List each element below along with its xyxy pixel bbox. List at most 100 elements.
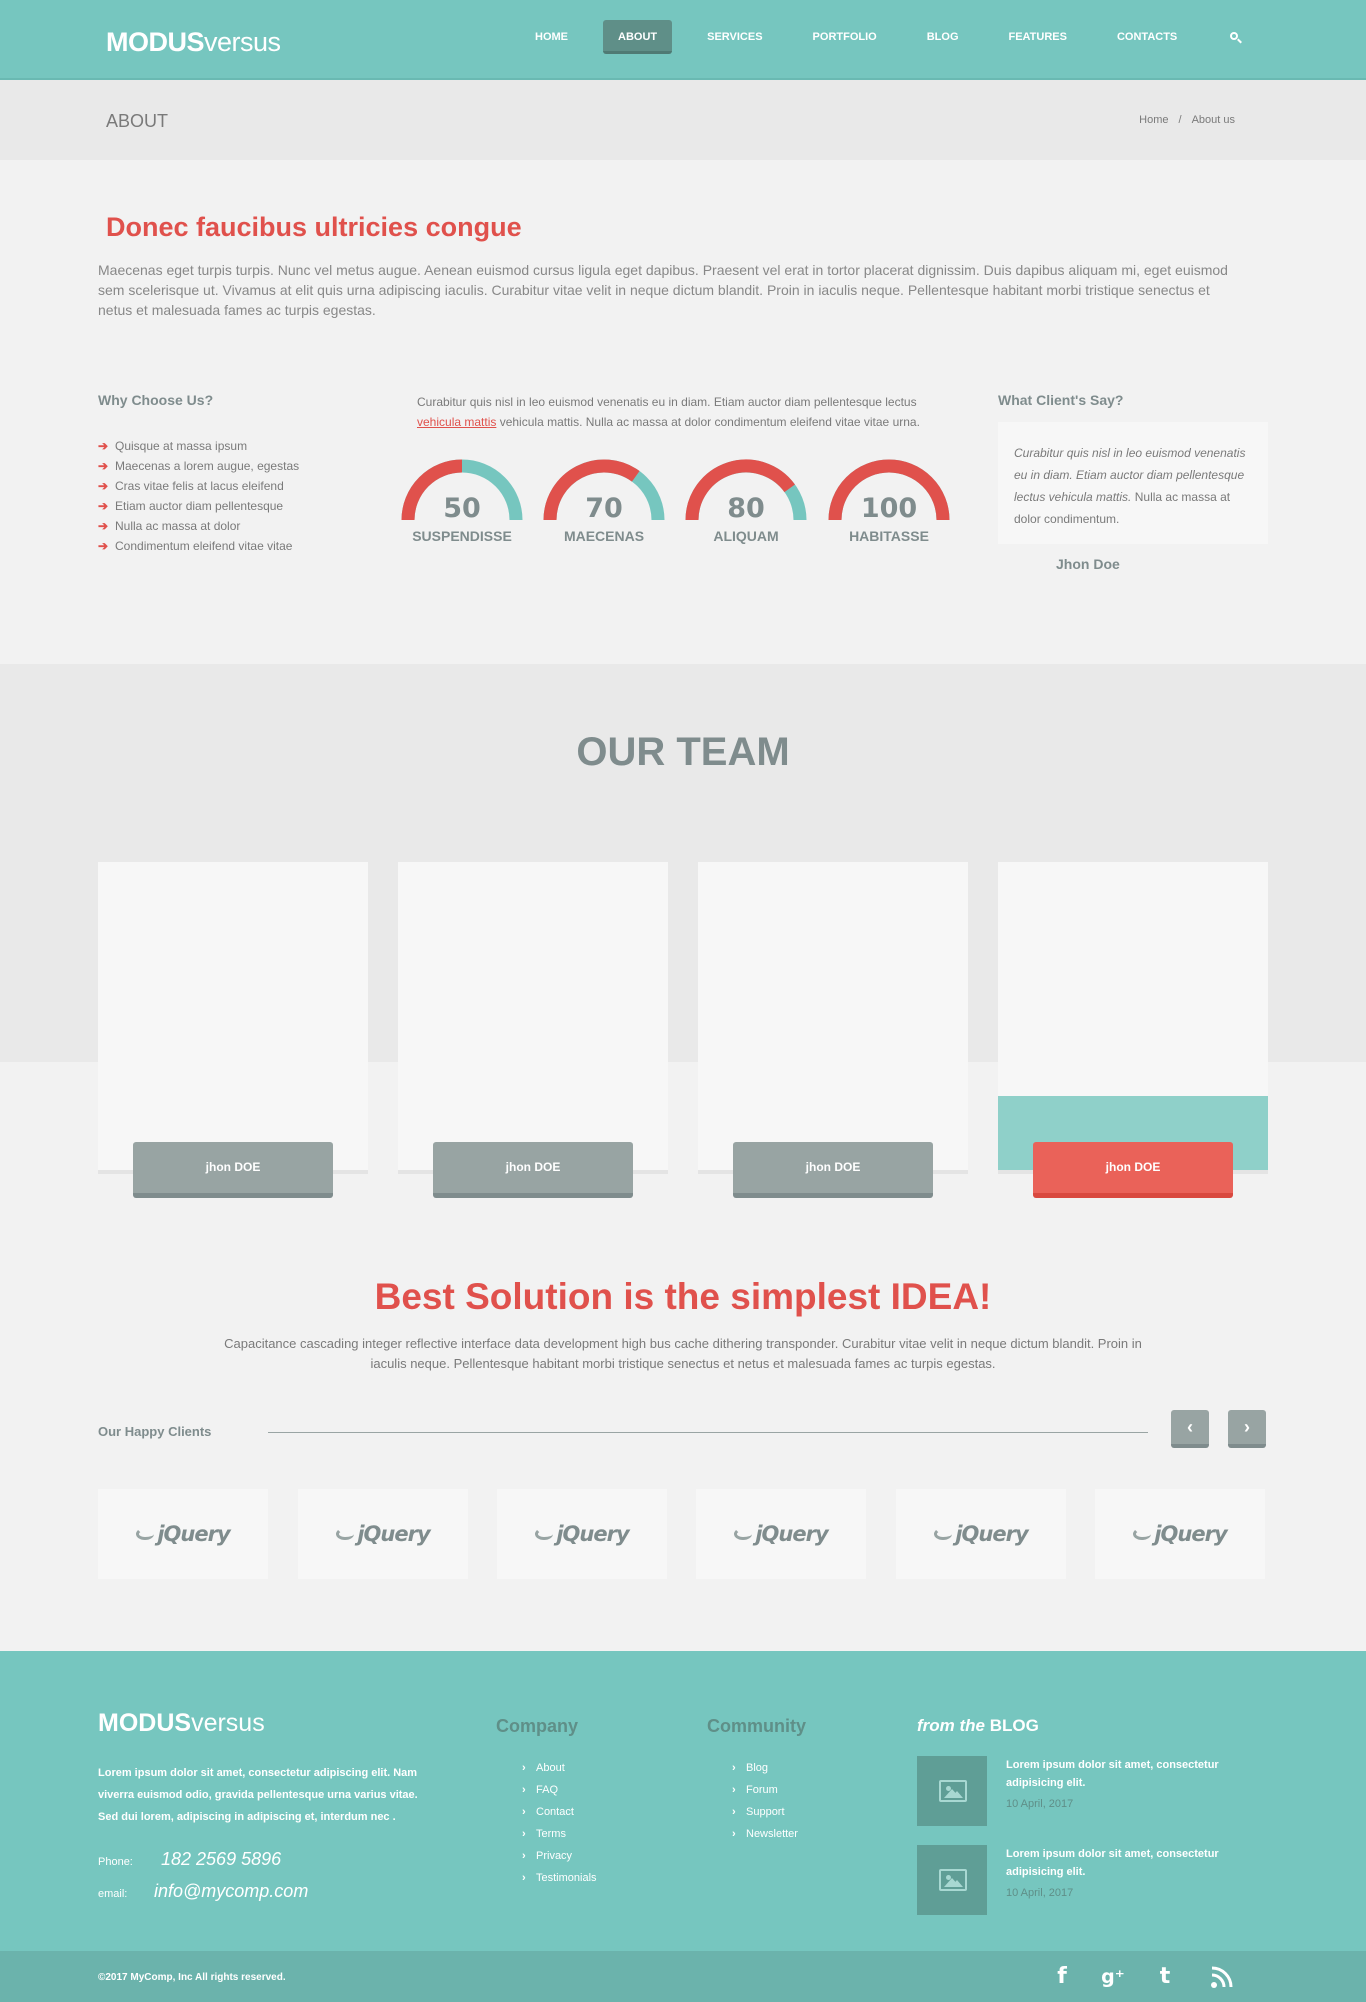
blog-post-date: 10 April, 2017 — [1006, 1887, 1074, 1899]
tumblr-icon[interactable]: t — [1150, 1962, 1180, 1992]
chevron-right-icon: › — [732, 1828, 736, 1840]
nav-blog[interactable]: BLOG — [912, 20, 974, 54]
team-card[interactable] — [698, 862, 968, 1174]
intro-title: Donec faucibus ultricies congue — [106, 212, 522, 242]
happy-clients-title: Our Happy Clients — [98, 1424, 212, 1439]
image-placeholder-icon — [939, 1780, 967, 1802]
footer-link-blog[interactable]: › Blog — [732, 1757, 798, 1779]
gauge: 80 ALIQUAM — [684, 458, 808, 544]
blog-post-title[interactable]: Lorem ipsum dolor sit amet, consectetur … — [1006, 1845, 1236, 1881]
image-placeholder-icon — [939, 1869, 967, 1891]
carousel-prev-button[interactable]: ‹ — [1171, 1410, 1209, 1448]
chevron-right-icon: › — [732, 1784, 736, 1796]
testimonial-quote: Curabitur quis nisl in leo euismod venen… — [998, 422, 1268, 544]
team-card[interactable] — [998, 862, 1268, 1174]
jquery-swirl-icon — [136, 1528, 155, 1540]
footer-link-faq[interactable]: › FAQ — [522, 1779, 597, 1801]
gauge: 50 SUSPENDISSE — [400, 458, 524, 544]
chevron-right-icon: › — [522, 1784, 526, 1796]
jquery-swirl-icon — [336, 1528, 355, 1540]
gauge-label: MAECENAS — [563, 528, 645, 544]
chevron-right-icon: › — [522, 1828, 526, 1840]
footer-community-title: Community — [707, 1716, 806, 1736]
search-icon[interactable] — [1218, 20, 1252, 54]
breadcrumb: Home / About us — [1139, 114, 1235, 126]
gauge-value: 50 — [443, 493, 481, 524]
gauge-label: SUSPENDISSE — [412, 528, 512, 544]
chevron-right-icon: › — [522, 1806, 526, 1818]
page-title-bar: ABOUT Home / About us — [0, 80, 1366, 160]
jquery-swirl-icon — [734, 1528, 753, 1540]
footer-link-terms[interactable]: › Terms — [522, 1823, 597, 1845]
breadcrumb-home[interactable]: Home — [1139, 114, 1168, 126]
skills-intro-text: Curabitur quis nisl in leo euismod venen… — [417, 395, 920, 429]
arrow-right-icon: ➔ — [98, 459, 109, 473]
best-solution-text: Capacitance cascading integer reflective… — [224, 1336, 1142, 1371]
footer-about-text: Lorem ipsum dolor sit amet, consectetur … — [98, 1767, 418, 1823]
best-solution-title: Best Solution is the simplest IDEA! — [374, 1276, 992, 1317]
blog-post-thumbnail[interactable] — [917, 1756, 987, 1826]
client-logo[interactable]: jQuery — [497, 1489, 667, 1579]
page-title: ABOUT — [106, 111, 169, 131]
nav-contacts[interactable]: CONTACTS — [1102, 20, 1192, 54]
client-logo[interactable]: jQuery — [98, 1489, 268, 1579]
team-member-name-button[interactable]: jhon DOE — [733, 1142, 933, 1198]
chevron-right-icon: › — [522, 1872, 526, 1884]
footer-community-links: › Blog › Forum › Support › Newsletter — [732, 1757, 798, 1845]
team-member-name-button[interactable]: jhon DOE — [133, 1142, 333, 1198]
chevron-right-icon: › — [732, 1806, 736, 1818]
testimonial-author: Jhon Doe — [1056, 556, 1120, 572]
client-logo[interactable]: jQuery — [696, 1489, 866, 1579]
team-card[interactable] — [398, 862, 668, 1174]
footer-link-about[interactable]: › About — [522, 1757, 597, 1779]
arrow-right-icon: ➔ — [98, 499, 109, 513]
list-item: ➔ Cras vitae felis at lacus eleifend — [98, 476, 299, 496]
rss-icon[interactable] — [1210, 1965, 1234, 1989]
main-nav: HOME ABOUT SERVICES PORTFOLIO BLOG FEATU… — [520, 20, 1252, 54]
team-member-name-button[interactable]: jhon DOE — [433, 1142, 633, 1198]
vehicula-link[interactable]: vehicula mattis — [417, 415, 496, 429]
footer-company-links: › About › FAQ › Contact › Terms › Privacy › Te… — [522, 1757, 597, 1889]
email-label: email: — [98, 1888, 128, 1900]
divider — [268, 1432, 1148, 1433]
google-plus-icon[interactable]: g⁺ — [1098, 1962, 1128, 1992]
why-choose-list: ➔ Quisque at massa ipsum ➔ Maecenas a lore… — [98, 436, 299, 556]
testimonial-title: What Client's Say? — [998, 392, 1124, 408]
phone-number[interactable]: 182 2569 5896 — [161, 1849, 281, 1870]
skill-gauges: 50 SUSPENDISSE 70 MAECENAS 80 ALIQUAM 100 HABIT… — [400, 458, 956, 558]
jquery-swirl-icon — [535, 1528, 554, 1540]
email-address[interactable]: info@mycomp.com — [154, 1881, 308, 1902]
nav-features[interactable]: FEATURES — [994, 20, 1082, 54]
client-logo[interactable]: jQuery — [1095, 1489, 1265, 1579]
team-card[interactable] — [98, 862, 368, 1174]
gauge: 100 HABITASSE — [827, 458, 951, 544]
footer-link-privacy[interactable]: › Privacy — [522, 1845, 597, 1867]
nav-home[interactable]: HOME — [520, 20, 583, 54]
list-item: ➔ Maecenas a lorem augue, egestas — [98, 456, 299, 476]
nav-about[interactable]: ABOUT — [603, 20, 673, 54]
facebook-icon[interactable]: f — [1047, 1962, 1077, 1992]
nav-portfolio[interactable]: PORTFOLIO — [798, 20, 892, 54]
footer-logo[interactable]: MODUSversus — [98, 1709, 265, 1738]
footer-link-newsletter[interactable]: › Newsletter — [732, 1823, 798, 1845]
footer-link-contact[interactable]: › Contact — [522, 1801, 597, 1823]
client-logo[interactable]: jQuery — [298, 1489, 468, 1579]
why-choose-title: Why Choose Us? — [98, 392, 214, 408]
arrow-right-icon: ➔ — [98, 439, 109, 453]
blog-post-title[interactable]: Lorem ipsum dolor sit amet, consectetur … — [1006, 1756, 1236, 1792]
carousel-next-button[interactable]: › — [1228, 1410, 1266, 1448]
footer-company-title: Company — [496, 1716, 579, 1736]
arrow-right-icon: ➔ — [98, 519, 109, 533]
blog-post-thumbnail[interactable] — [917, 1845, 987, 1915]
site-logo[interactable]: MODUSversus — [106, 27, 281, 58]
footer-link-support[interactable]: › Support — [732, 1801, 798, 1823]
footer-link-testimonials[interactable]: › Testimonials — [522, 1867, 597, 1889]
list-item: ➔ Etiam auctor diam pellentesque — [98, 496, 299, 516]
footer-link-forum[interactable]: › Forum — [732, 1779, 798, 1801]
intro-text: Maecenas eget turpis turpis. Nunc vel me… — [98, 262, 1228, 318]
nav-services[interactable]: SERVICES — [692, 20, 777, 54]
team-member-name-button[interactable]: jhon DOE — [1033, 1142, 1233, 1198]
copyright-text: ©2017 MyComp, Inc All rights reserved. — [98, 1972, 286, 1983]
client-logo[interactable]: jQuery — [896, 1489, 1066, 1579]
arrow-right-icon: ➔ — [98, 479, 109, 493]
